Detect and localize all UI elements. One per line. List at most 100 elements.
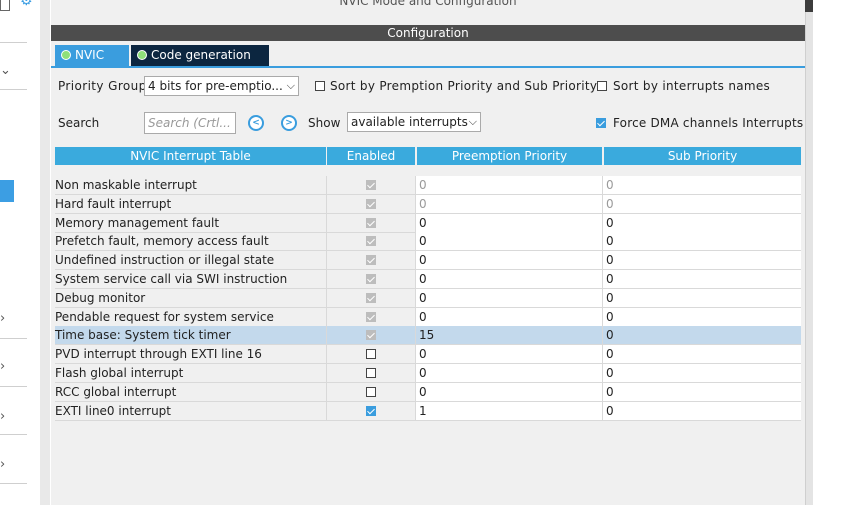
chevron-right-icon[interactable]: › — [0, 312, 5, 326]
priority-group-label: Priority Group — [58, 79, 147, 93]
arrow-right-circle-icon[interactable]: > — [281, 115, 297, 131]
left-splitter[interactable] — [40, 0, 50, 505]
scroll-arrow-icon[interactable] — [805, 0, 813, 12]
preemption-priority-cell[interactable]: 0 — [415, 364, 602, 383]
sub-priority-cell[interactable]: 0 — [602, 345, 801, 365]
arrow-left-circle-icon[interactable]: < — [248, 115, 264, 131]
left-panel-box — [0, 0, 10, 11]
table-row[interactable]: Prefetch fault, memory access fault 0 0 — [55, 232, 801, 252]
tab-label: NVIC — [75, 48, 105, 62]
enabled-cell — [326, 307, 415, 327]
preemption-priority-cell: 0 — [415, 176, 602, 195]
enabled-checkbox[interactable] — [366, 386, 376, 397]
left-separator — [0, 483, 27, 484]
preemption-priority-cell[interactable]: 1 — [415, 401, 602, 421]
sub-priority-cell[interactable]: 0 — [602, 251, 801, 271]
show-select[interactable]: available interrupts ⌵ — [347, 112, 481, 132]
check-circle-icon — [61, 50, 71, 60]
sub-priority-cell[interactable]: 0 — [602, 382, 801, 402]
preemption-priority-cell[interactable]: 0 — [415, 307, 602, 327]
sub-priority-cell[interactable]: 0 — [602, 288, 801, 308]
sub-priority-cell: 0 — [602, 176, 801, 195]
enabled-checkbox — [366, 274, 376, 284]
priority-group-value: 4 bits for pre-emptio... — [148, 79, 283, 93]
enabled-cell — [326, 232, 415, 252]
enabled-cell — [326, 270, 415, 289]
sub-priority-cell[interactable]: 0 — [602, 326, 801, 346]
enabled-cell — [326, 364, 415, 383]
table-row[interactable]: Flash global interrupt 0 0 — [55, 364, 801, 383]
check-circle-icon — [137, 50, 147, 60]
force-dma-label: Force DMA channels Interrupts — [613, 116, 804, 130]
left-separator — [0, 386, 27, 387]
column-header-sub-priority[interactable]: Sub Priority — [604, 147, 801, 165]
interrupt-name: Debug monitor — [55, 289, 326, 308]
chevron-right-icon[interactable]: › — [0, 410, 5, 424]
enabled-checkbox — [366, 255, 376, 266]
enabled-cell — [326, 251, 415, 271]
preemption-priority-cell[interactable]: 0 — [415, 232, 602, 252]
sub-priority-cell[interactable]: 0 — [602, 307, 801, 327]
sort-names-checkbox[interactable] — [597, 81, 607, 91]
enabled-cell — [326, 213, 415, 233]
enabled-checkbox — [366, 292, 376, 303]
enabled-cell — [326, 194, 415, 214]
search-input[interactable]: Search (Crtl... — [144, 112, 236, 134]
table-row[interactable]: Undefined instruction or illegal state 0 0 — [55, 251, 801, 271]
table-row[interactable]: Non maskable interrupt 0 0 — [55, 176, 801, 195]
preemption-priority-cell: 0 — [415, 194, 602, 214]
preemption-priority-cell[interactable]: 0 — [415, 270, 602, 289]
column-header-preemption[interactable]: Preemption Priority — [417, 147, 602, 165]
preemption-priority-cell[interactable]: 0 — [415, 288, 602, 308]
priority-group-select[interactable]: 4 bits for pre-emptio... ⌵ — [144, 76, 299, 96]
sub-priority-cell[interactable]: 0 — [602, 364, 801, 383]
tab-nvic[interactable]: NVIC — [55, 45, 129, 66]
interrupt-name: System service call via SWI instruction — [55, 270, 326, 289]
left-separator — [0, 42, 27, 43]
sort-premption-checkbox[interactable] — [315, 81, 325, 91]
column-header-enabled[interactable]: Enabled — [327, 147, 415, 165]
table-row[interactable]: Memory management fault 0 0 — [55, 213, 801, 233]
interrupt-name: Flash global interrupt — [55, 364, 326, 383]
preemption-priority-cell[interactable]: 0 — [415, 382, 602, 402]
table-row[interactable]: Pendable request for system service 0 0 — [55, 307, 801, 327]
enabled-cell — [326, 326, 415, 346]
enabled-checkbox[interactable] — [366, 368, 376, 378]
sub-priority-cell: 0 — [602, 194, 801, 214]
table-row[interactable]: Debug monitor 0 0 — [55, 288, 801, 308]
tab-bar: NVIC Code generation — [51, 45, 805, 68]
column-header-nvic[interactable]: NVIC Interrupt Table — [55, 147, 326, 165]
left-separator — [0, 338, 27, 339]
enabled-checkbox — [366, 236, 376, 247]
preemption-priority-cell[interactable]: 15 — [415, 326, 602, 346]
sub-priority-cell[interactable]: 0 — [602, 232, 801, 252]
table-row[interactable]: EXTI line0 interrupt 1 0 — [55, 401, 801, 421]
enabled-checkbox — [366, 198, 376, 209]
force-dma-checkbox[interactable] — [596, 118, 606, 128]
table-row[interactable]: System service call via SWI instruction 0… — [55, 270, 801, 289]
sub-priority-cell[interactable]: 0 — [602, 270, 801, 289]
enabled-checkbox — [366, 311, 376, 322]
interrupt-name: Pendable request for system service — [55, 308, 326, 327]
chevron-right-icon[interactable]: › — [0, 360, 5, 374]
table-row[interactable]: Time base: System tick timer 15 0 — [55, 326, 801, 346]
preemption-priority-cell[interactable]: 0 — [415, 251, 602, 271]
enabled-checkbox[interactable] — [366, 349, 376, 360]
table-row[interactable]: PVD interrupt through EXTI line 16 0 0 — [55, 345, 801, 365]
table-row[interactable]: Hard fault interrupt 0 0 — [55, 194, 801, 214]
enabled-checkbox[interactable] — [366, 405, 376, 416]
chevron-right-icon[interactable]: › — [0, 458, 5, 472]
chevron-down-icon[interactable]: ⌄ — [0, 64, 11, 78]
sub-priority-cell[interactable]: 0 — [602, 213, 801, 233]
sub-priority-cell[interactable]: 0 — [602, 401, 801, 421]
table-row[interactable]: RCC global interrupt 0 0 — [55, 382, 801, 402]
gear-icon[interactable]: ⚙ — [20, 0, 34, 8]
enabled-checkbox — [366, 217, 376, 228]
left-selected-item[interactable] — [0, 180, 14, 202]
search-label: Search — [58, 116, 100, 130]
preemption-priority-cell[interactable]: 0 — [415, 345, 602, 365]
page-title: NVIC Mode and Configuration — [339, 0, 517, 8]
tab-code-generation[interactable]: Code generation — [131, 45, 269, 66]
right-splitter[interactable] — [805, 0, 813, 505]
preemption-priority-cell[interactable]: 0 — [415, 213, 602, 233]
